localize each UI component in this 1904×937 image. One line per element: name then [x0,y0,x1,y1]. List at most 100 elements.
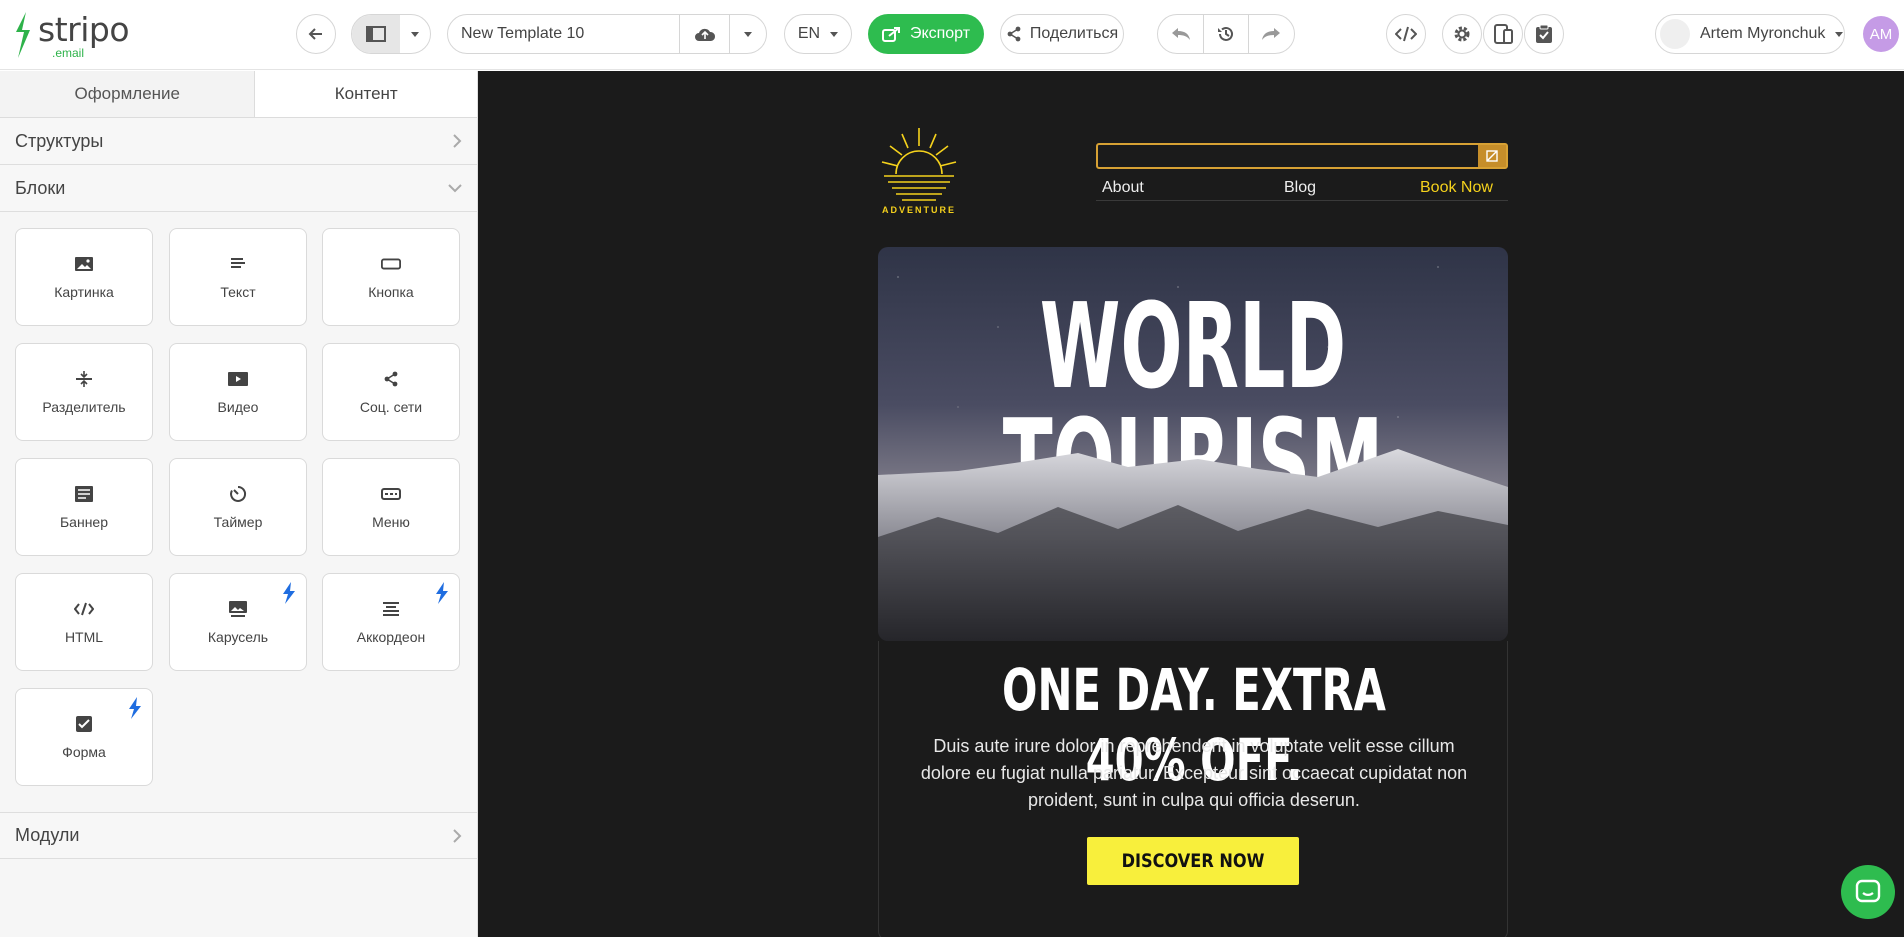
stripo-logo-mark-icon [16,12,30,58]
back-button[interactable] [296,14,336,54]
block-label: HTML [64,629,104,645]
template-group: New Template 10 [447,14,767,54]
share-button[interactable]: Поделиться [1000,14,1124,54]
chevron-down-icon [830,31,839,37]
adventure-logo[interactable] [878,121,960,211]
block-label: Карусель [207,629,269,645]
layout-panel-icon [366,26,386,42]
search-icon [1486,150,1498,162]
chevron-right-icon [453,828,462,843]
structures-label: Структуры [15,130,104,151]
email-preview: ADVENTURE About Blog Book Now WORLD TOUR… [878,121,1508,937]
accordion-icon [383,602,399,616]
offer-body-text: Duis aute irure dolor in reprehenderit i… [920,736,1468,810]
export-button[interactable]: Экспорт [868,14,984,54]
undo-button[interactable] [1158,15,1203,53]
nav-item-about[interactable]: About [1102,179,1144,197]
code-icon [74,602,94,616]
structures-section[interactable]: Структуры [0,118,477,165]
sidebar-tabs: Оформление Контент [0,71,477,118]
chevron-down-icon [744,31,752,37]
cloud-upload-icon [694,28,715,41]
undo-icon [1171,28,1190,40]
block-text[interactable]: Текст [169,228,307,326]
block-label: Картинка [54,284,114,300]
stripo-logo[interactable]: stripo .email [12,8,132,60]
version-history-button[interactable] [1203,15,1248,53]
image-icon [75,257,93,271]
layout-dropdown-button[interactable] [400,15,430,53]
block-banner[interactable]: Баннер [15,458,153,556]
block-label: Таймер [213,514,263,530]
logo-wordmark: stripo [38,10,130,49]
modules-label: Модули [15,825,80,845]
email-canvas: ADVENTURE About Blog Book Now WORLD TOUR… [478,71,1904,937]
code-editor-button[interactable] [1386,14,1426,54]
menu-icon [381,488,401,500]
tab-design[interactable]: Оформление [0,71,256,117]
carousel-icon [229,601,247,617]
block-divider[interactable]: Разделитель [15,343,153,441]
history-icon [1218,26,1233,41]
block-label: Разделитель [42,399,126,415]
discover-now-button[interactable]: DISCOVER NOW [1087,837,1299,885]
nav-item-blog[interactable]: Blog [1284,179,1316,197]
offer-section: ONE DAY. EXTRA 40% OFF. Duis aute irure … [878,641,1508,937]
search-input[interactable] [1096,143,1508,169]
chevron-down-icon [1835,31,1844,37]
settings-button[interactable] [1442,14,1482,54]
block-social[interactable]: Соц. сети [322,343,460,441]
modules-section[interactable]: Модули [0,812,477,859]
test-email-button[interactable] [1524,14,1564,54]
preview-devices-button[interactable] [1483,14,1523,54]
tab-content[interactable]: Контент [255,71,477,117]
support-chat-button[interactable] [1841,865,1895,919]
block-label: Кнопка [368,284,414,300]
brand-text: ADVENTURE [881,205,956,215]
blocks-section[interactable]: Блоки [0,165,477,212]
block-button[interactable]: Кнопка [322,228,460,326]
form-checkbox-icon [76,716,92,732]
block-html[interactable]: HTML [15,573,153,671]
language-select[interactable]: EN [784,14,852,54]
save-options-dropdown[interactable] [730,15,766,53]
hero-title-line1: WORLD [1039,277,1347,415]
block-image[interactable]: Картинка [15,228,153,326]
block-label: Форма [62,744,106,760]
block-label: Аккордеон [356,629,426,645]
template-name-input[interactable]: New Template 10 [448,15,680,53]
nav-item-book-now[interactable]: Book Now [1420,179,1493,197]
avatar[interactable]: AM [1863,16,1899,52]
block-menu[interactable]: Меню [322,458,460,556]
search-button[interactable] [1478,145,1506,167]
block-label: Видео [217,399,259,415]
code-icon [1395,26,1417,42]
user-menu[interactable]: Artem Myronchuk [1655,14,1845,54]
block-form[interactable]: Форма [15,688,153,786]
block-video[interactable]: Видео [169,343,307,441]
devices-icon [1494,24,1513,44]
block-label: Меню [372,514,410,530]
redo-button[interactable] [1248,15,1293,53]
layout-toggle[interactable] [351,14,431,54]
timer-icon [230,485,247,502]
blocks-grid: Картинка Текст Кнопка Разделитель Видео … [0,212,477,812]
amp-bolt-icon [129,697,141,719]
export-label: Экспорт [909,25,971,42]
sidebar: Оформление Контент Структуры Блоки Карти… [0,71,478,937]
text-icon [231,258,245,268]
share-icon [384,371,398,387]
chat-icon [1855,879,1881,903]
video-icon [228,372,248,386]
hero-banner[interactable]: WORLD TOURISM DAY [878,247,1508,641]
block-accordion[interactable]: Аккордеон [322,573,460,671]
layout-view-button[interactable] [352,15,400,53]
block-label: Текст [220,284,256,300]
top-toolbar: stripo .email New Template 10 EN Экспорт… [0,0,1904,70]
mountains-image [878,449,1508,641]
export-icon [881,27,900,42]
block-carousel[interactable]: Карусель [169,573,307,671]
block-label: Соц. сети [359,399,423,415]
block-timer[interactable]: Таймер [169,458,307,556]
save-cloud-button[interactable] [680,15,730,53]
